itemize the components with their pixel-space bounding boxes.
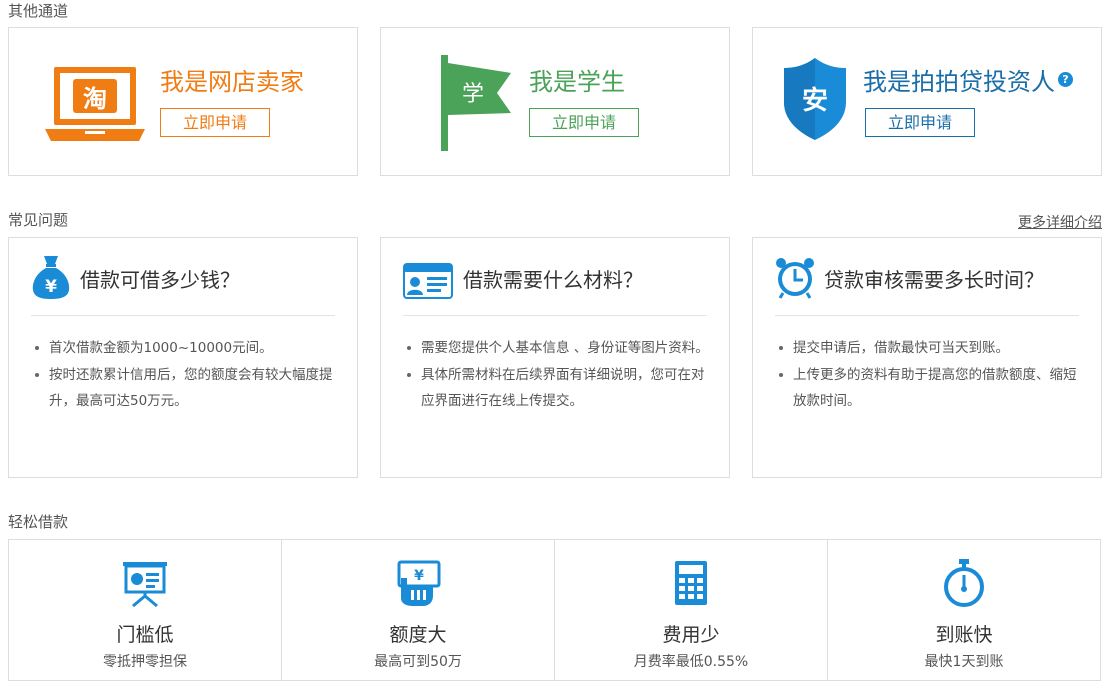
- help-icon[interactable]: ?: [1058, 71, 1073, 87]
- faq-card-time: 贷款审核需要多长时间？ 提交申请后，借款最快可当天到账。 上传更多的资料有助于提…: [752, 237, 1102, 478]
- feature-large-amount: ¥ 额度大 最高可到50万: [282, 540, 555, 680]
- laptop-taobao-icon: 淘: [45, 65, 145, 143]
- channels-section-title: 其他通道: [8, 2, 69, 20]
- more-details-link[interactable]: 更多详细介绍: [1018, 212, 1102, 232]
- hand-cash-icon: ¥: [393, 558, 443, 608]
- apply-button-investor[interactable]: 立即申请: [865, 108, 975, 137]
- faq-card-materials: 借款需要什么材料？ 需要您提供个人基本信息 、身份证等图片资料。 具体所需材料在…: [380, 237, 730, 478]
- feature-name: 门槛低: [116, 624, 174, 646]
- list-item: 具体所需材料在后续界面有详细说明，您可在对应界面进行在线上传提交。: [407, 362, 711, 415]
- feature-desc: 最高可到50万: [374, 654, 462, 670]
- feature-name: 费用少: [662, 624, 720, 646]
- list-item: 需要您提供个人基本信息 、身份证等图片资料。: [407, 335, 711, 362]
- faq-section-title: 常见问题: [8, 211, 69, 229]
- money-bag-icon: ¥: [31, 254, 71, 300]
- flag-student-icon: 学: [439, 55, 514, 151]
- flag-icon-glyph: 学: [462, 82, 484, 107]
- list-item: 上传更多的资料有助于提高您的借款额度、缩短放款时间。: [779, 362, 1083, 415]
- id-card-icon: [403, 263, 453, 299]
- presentation-board-icon: [120, 558, 170, 608]
- easy-loan-features: 门槛低 零抵押零担保 ¥ 额度大 最高可到50万 费用少 月费率最低0.55% …: [8, 539, 1101, 681]
- svg-text:¥: ¥: [414, 568, 424, 584]
- alarm-clock-icon: [775, 257, 815, 299]
- channel-title-investor-text: 我是拍拍贷投资人: [863, 68, 1055, 96]
- shield-icon-glyph: 安: [802, 86, 828, 116]
- feature-name: 到账快: [935, 624, 993, 646]
- faq-list-materials: 需要您提供个人基本信息 、身份证等图片资料。 具体所需材料在后续界面有详细说明，…: [407, 335, 711, 415]
- channel-card-investor: 安 我是拍拍贷投资人? 立即申请: [752, 27, 1102, 176]
- feature-desc: 零抵押零担保: [103, 654, 187, 670]
- channel-title-seller: 我是网店卖家: [160, 68, 304, 96]
- faq-card-amount: ¥ 借款可借多少钱？ 首次借款金额为1000~10000元间。 按时还款累计信用…: [8, 237, 358, 478]
- list-item: 首次借款金额为1000~10000元间。: [35, 335, 339, 362]
- faq-title-time: 贷款审核需要多长时间？: [824, 268, 1044, 292]
- apply-button-seller[interactable]: 立即申请: [160, 108, 270, 137]
- list-item: 按时还款累计信用后，您的额度会有较大幅度提升，最高可达50万元。: [35, 362, 339, 415]
- easy-section-title: 轻松借款: [8, 513, 69, 531]
- faq-title-materials: 借款需要什么材料？: [463, 268, 643, 292]
- faq-title-amount: 借款可借多少钱？: [80, 268, 240, 292]
- stopwatch-icon: [939, 558, 989, 608]
- shield-investor-icon: 安: [782, 56, 848, 142]
- faq-divider: [775, 315, 1079, 316]
- list-item: 提交申请后，借款最快可当天到账。: [779, 335, 1083, 362]
- faq-divider: [403, 315, 707, 316]
- apply-button-student[interactable]: 立即申请: [529, 108, 639, 137]
- channel-title-student: 我是学生: [529, 68, 625, 96]
- channel-card-student: 学 我是学生 立即申请: [380, 27, 730, 176]
- feature-low-cost: 费用少 月费率最低0.55%: [555, 540, 828, 680]
- channel-card-seller: 淘 我是网店卖家 立即申请: [8, 27, 358, 176]
- laptop-icon-glyph: 淘: [83, 85, 107, 113]
- feature-desc: 最快1天到账: [924, 654, 1004, 670]
- faq-list-time: 提交申请后，借款最快可当天到账。 上传更多的资料有助于提高您的借款额度、缩短放款…: [779, 335, 1083, 415]
- feature-name: 额度大: [389, 624, 447, 646]
- feature-fast-arrival: 到账快 最快1天到账: [828, 540, 1100, 680]
- calculator-icon: [666, 558, 716, 608]
- channel-title-investor: 我是拍拍贷投资人?: [863, 62, 1073, 97]
- feature-desc: 月费率最低0.55%: [633, 654, 749, 670]
- faq-divider: [31, 315, 335, 316]
- feature-low-threshold: 门槛低 零抵押零担保: [9, 540, 282, 680]
- money-bag-glyph: ¥: [45, 277, 57, 297]
- faq-list-amount: 首次借款金额为1000~10000元间。 按时还款累计信用后，您的额度会有较大幅…: [35, 335, 339, 415]
